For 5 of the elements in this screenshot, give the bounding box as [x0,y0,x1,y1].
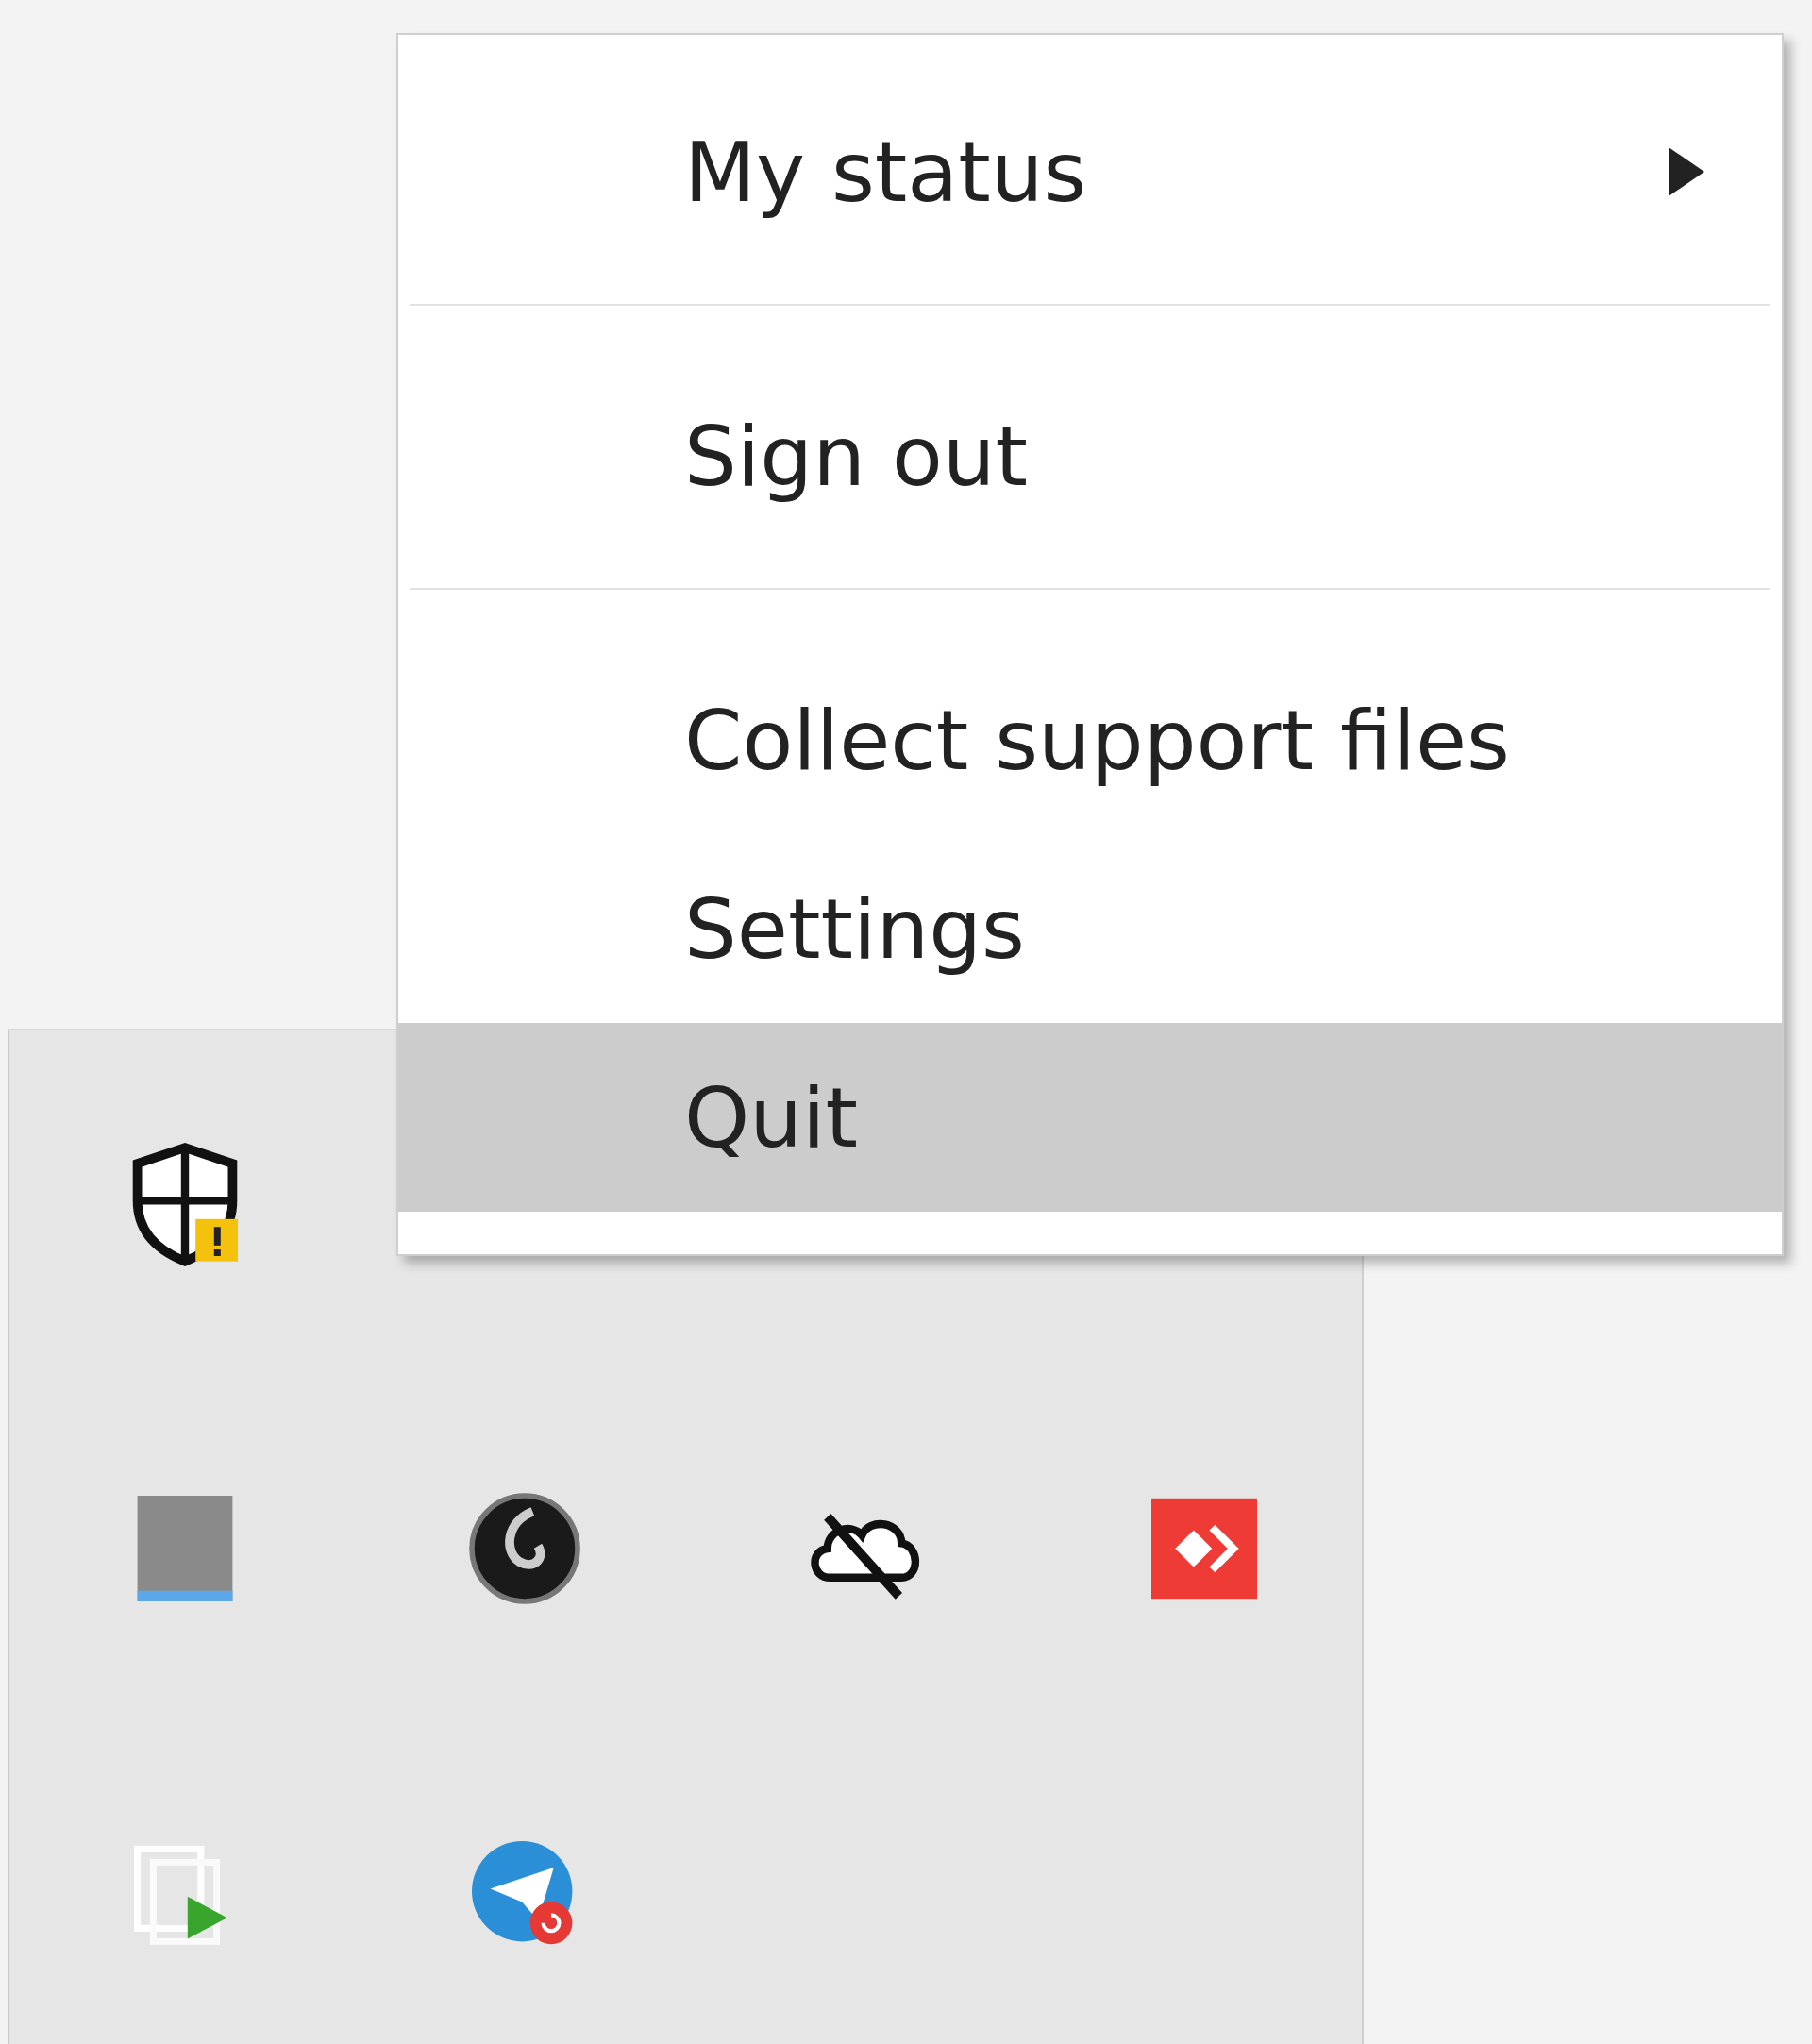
menu-item[interactable]: Settings [398,834,1782,1023]
menu-item[interactable]: My status [398,77,1782,266]
menu-item[interactable]: Sign out [398,361,1782,550]
menu-item[interactable]: Collect support files [398,645,1782,834]
menu-item[interactable]: Quit [398,1023,1782,1212]
